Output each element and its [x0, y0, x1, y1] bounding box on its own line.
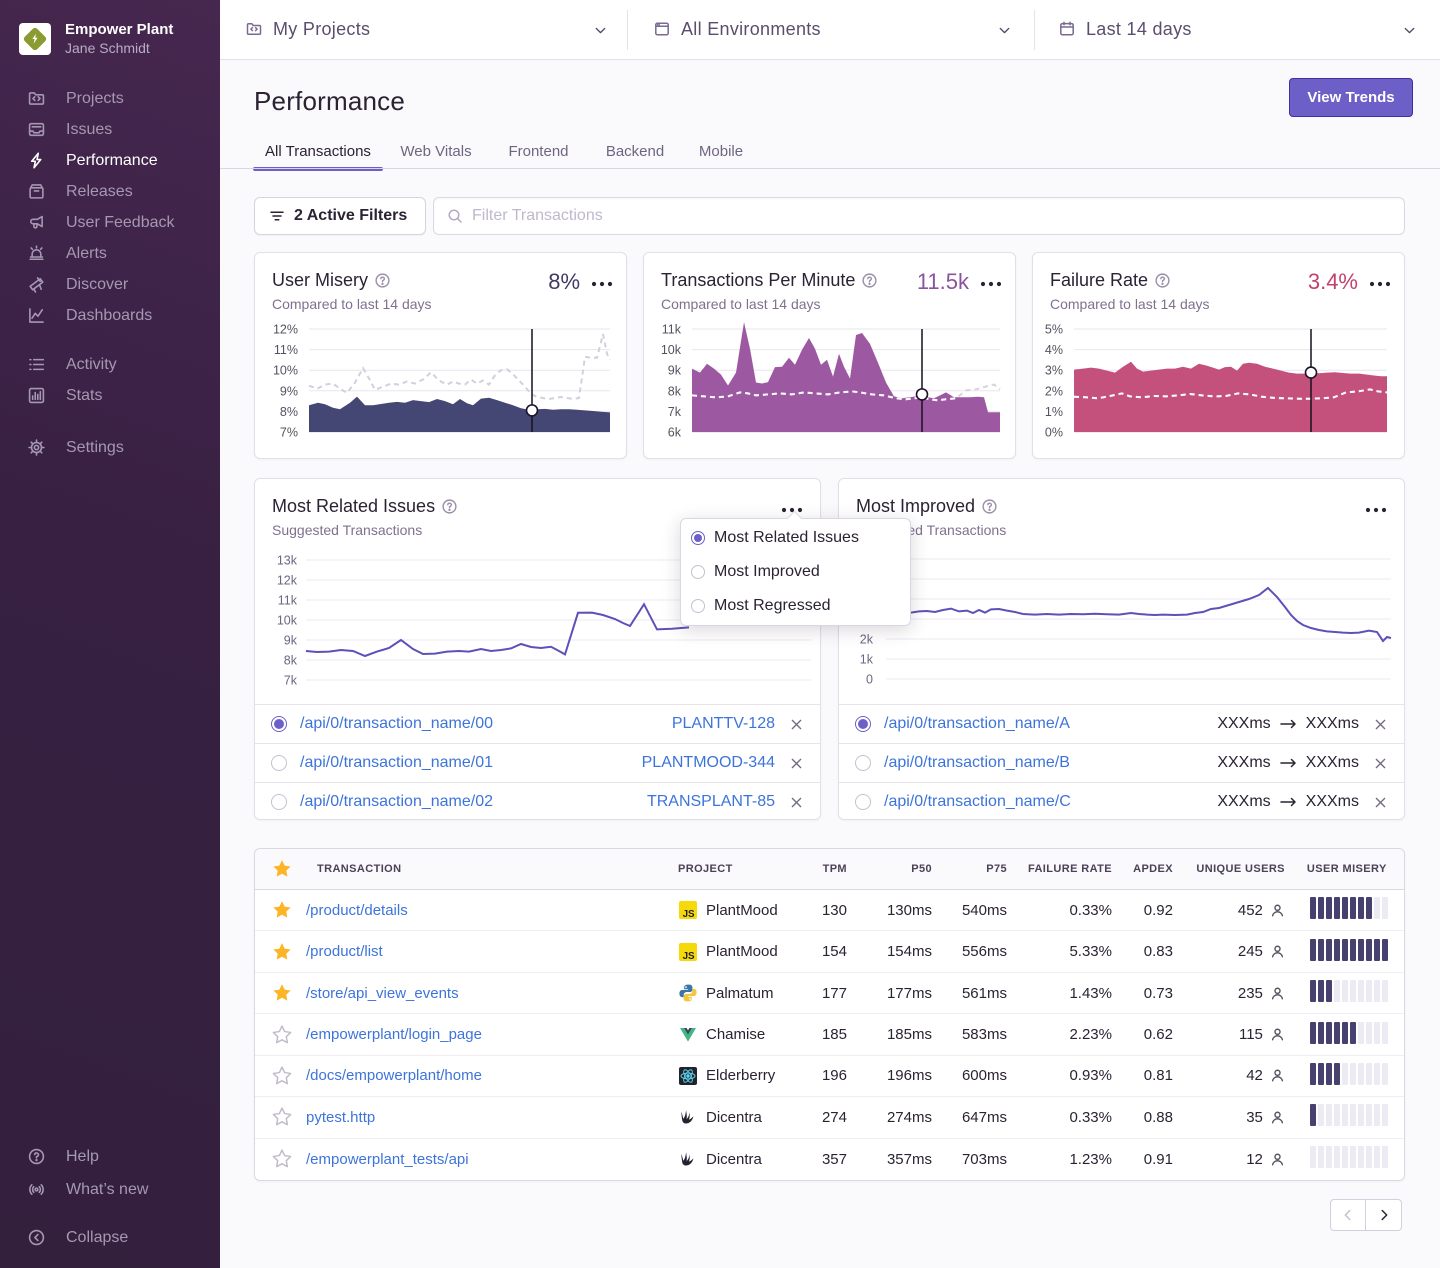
svg-text:10%: 10%: [273, 364, 298, 378]
svg-text:8k: 8k: [284, 654, 298, 668]
svg-text:0%: 0%: [1045, 426, 1063, 440]
svg-text:1%: 1%: [1045, 405, 1063, 419]
svg-text:0: 0: [866, 673, 873, 687]
svg-text:9k: 9k: [284, 634, 298, 648]
svg-text:6k: 6k: [668, 426, 682, 440]
svg-text:5%: 5%: [1045, 323, 1063, 337]
svg-text:11%: 11%: [274, 343, 298, 357]
svg-text:8k: 8k: [668, 384, 682, 398]
svg-text:9%: 9%: [280, 384, 298, 398]
svg-text:3%: 3%: [1045, 364, 1063, 378]
svg-text:12%: 12%: [273, 323, 298, 337]
svg-text:2k: 2k: [860, 633, 874, 647]
svg-text:7k: 7k: [284, 674, 298, 688]
svg-text:9k: 9k: [668, 364, 682, 378]
svg-text:10k: 10k: [661, 343, 682, 357]
svg-text:10k: 10k: [277, 614, 298, 628]
svg-text:8%: 8%: [280, 405, 298, 419]
svg-text:11k: 11k: [662, 323, 682, 337]
svg-text:4%: 4%: [1045, 343, 1063, 357]
svg-text:2%: 2%: [1045, 384, 1063, 398]
svg-text:7%: 7%: [280, 426, 298, 440]
svg-text:JS: JS: [683, 950, 695, 961]
svg-text:JS: JS: [683, 909, 695, 920]
svg-text:12k: 12k: [277, 574, 298, 588]
svg-text:7k: 7k: [668, 405, 682, 419]
svg-text:13k: 13k: [277, 554, 298, 568]
svg-text:1k: 1k: [860, 653, 874, 667]
svg-text:11k: 11k: [278, 594, 298, 608]
